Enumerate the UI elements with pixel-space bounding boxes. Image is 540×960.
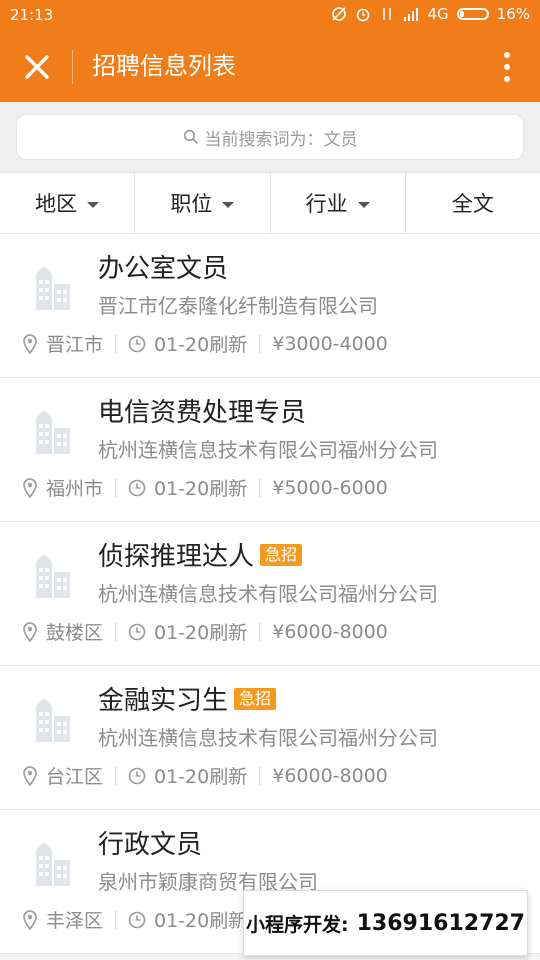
sync-off-icon <box>332 7 347 21</box>
job-meta: 鼓楼区 01-20刷新 ¥6000-8000 <box>22 618 388 645</box>
meta-divider <box>115 910 117 929</box>
filter-region-label: 地区 <box>35 192 78 216</box>
job-refresh-date: 01-20刷新 <box>154 910 248 932</box>
promo-banner: 小程序开发: 13691612727 <box>243 890 528 956</box>
clock-icon <box>128 911 146 928</box>
list-item[interactable]: 金融实习生 急招 杭州连横信息技术有限公司福州分公司 台江区 01-20刷新 ¥… <box>0 666 540 810</box>
list-item[interactable]: 电信资费处理专员 杭州连横信息技术有限公司福州分公司 福州市 01-20刷新 ¥… <box>0 378 540 522</box>
job-refresh-date: 01-20刷新 <box>154 334 248 356</box>
meta-divider <box>115 622 117 641</box>
job-title: 金融实习生 急招 <box>98 680 277 717</box>
chevron-down-icon <box>222 202 235 208</box>
job-title: 电信资费处理专员 <box>98 398 307 428</box>
battery-icon <box>456 8 489 20</box>
job-location: 晋江市 <box>46 334 104 356</box>
meta-divider <box>115 334 117 353</box>
location-pin-icon <box>23 765 37 786</box>
job-refresh-date: 01-20刷新 <box>154 622 248 644</box>
urgent-badge: 急招 <box>260 543 303 566</box>
close-icon[interactable] <box>20 50 54 84</box>
battery-percent: 16% <box>496 5 530 23</box>
building-icon <box>36 410 70 454</box>
location-pin-icon <box>23 909 37 930</box>
alarm-icon <box>357 8 370 22</box>
job-salary: ¥3000-4000 <box>272 332 388 355</box>
status-icons: 4G 16% <box>331 5 530 23</box>
company-name: 晋江市亿泰隆化纤制造有限公司 <box>98 294 378 318</box>
filter-region[interactable]: 地区 <box>0 173 136 233</box>
clock-icon <box>128 767 146 784</box>
urgent-badge: 急招 <box>234 687 277 710</box>
company-name: 杭州连横信息技术有限公司福州分公司 <box>98 582 438 606</box>
location-pin-icon <box>23 333 37 354</box>
search-box[interactable]: 当前搜索词为：文员 <box>16 114 524 160</box>
signal-icon <box>404 8 419 21</box>
job-location: 鼓楼区 <box>46 622 104 644</box>
clock-icon <box>128 623 146 640</box>
search-query-text: 当前搜索词为：文员 <box>204 129 358 150</box>
meta-divider <box>115 766 117 785</box>
chevron-down-icon <box>357 202 370 208</box>
search-area: 当前搜索词为：文员 <box>0 102 540 172</box>
chevron-down-icon <box>87 202 100 208</box>
meta-divider <box>115 478 117 497</box>
job-title: 行政文员 <box>98 830 203 860</box>
job-refresh-date: 01-20刷新 <box>154 478 248 500</box>
filter-position[interactable]: 职位 <box>135 173 271 233</box>
meta-divider <box>259 478 261 497</box>
filter-industry-label: 行业 <box>305 192 348 216</box>
job-location: 丰泽区 <box>46 910 104 932</box>
building-icon <box>36 554 70 598</box>
company-name: 杭州连横信息技术有限公司福州分公司 <box>98 438 438 462</box>
job-salary: ¥6000-8000 <box>272 620 388 643</box>
filter-fulltext[interactable]: 全文 <box>406 173 540 233</box>
job-salary: ¥6000-8000 <box>272 764 388 787</box>
data-arrows-icon <box>383 8 392 20</box>
clock-icon <box>128 479 146 496</box>
job-refresh-date: 01-20刷新 <box>154 766 248 788</box>
meta-divider <box>259 622 261 641</box>
building-icon <box>36 842 70 886</box>
job-location: 福州市 <box>46 478 104 500</box>
location-pin-icon <box>23 477 37 498</box>
building-icon <box>36 698 70 742</box>
job-title: 办公室文员 <box>98 254 229 284</box>
building-icon <box>36 266 70 310</box>
meta-divider <box>259 766 261 785</box>
list-item[interactable]: 办公室文员 晋江市亿泰隆化纤制造有限公司 晋江市 01-20刷新 ¥3000-4… <box>0 234 540 378</box>
network-type: 4G <box>427 5 449 23</box>
status-bar: 21:13 4G 16% <box>0 0 540 32</box>
job-meta: 台江区 01-20刷新 ¥6000-8000 <box>22 762 388 789</box>
job-salary: ¥5000-6000 <box>272 476 388 499</box>
filter-position-label: 职位 <box>170 192 213 216</box>
clock-icon <box>128 335 146 352</box>
job-location: 台江区 <box>46 766 104 788</box>
company-name: 杭州连横信息技术有限公司福州分公司 <box>98 726 438 750</box>
more-vertical-icon[interactable] <box>502 50 512 84</box>
appbar-divider <box>72 50 73 84</box>
promo-phone: 13691612727 <box>356 910 525 936</box>
promo-label: 小程序开发: <box>246 913 349 936</box>
filter-fulltext-label: 全文 <box>451 192 494 216</box>
app-bar: 招聘信息列表 <box>0 32 540 102</box>
job-meta: 丰泽区 01-20刷新 <box>22 906 247 933</box>
location-pin-icon <box>23 621 37 642</box>
filter-industry[interactable]: 行业 <box>271 173 406 233</box>
job-meta: 晋江市 01-20刷新 ¥3000-4000 <box>22 330 388 357</box>
list-item[interactable]: 侦探推理达人 急招 杭州连横信息技术有限公司福州分公司 鼓楼区 01-20刷新 … <box>0 522 540 666</box>
search-icon <box>183 129 198 145</box>
meta-divider <box>259 334 261 353</box>
status-time: 21:13 <box>10 6 54 24</box>
job-title: 侦探推理达人 急招 <box>98 536 303 573</box>
job-meta: 福州市 01-20刷新 ¥5000-6000 <box>22 474 388 501</box>
filter-bar: 地区 职位 行业 全文 <box>0 172 540 234</box>
job-list: 办公室文员 晋江市亿泰隆化纤制造有限公司 晋江市 01-20刷新 ¥3000-4… <box>0 234 540 954</box>
page-title: 招聘信息列表 <box>92 52 236 80</box>
